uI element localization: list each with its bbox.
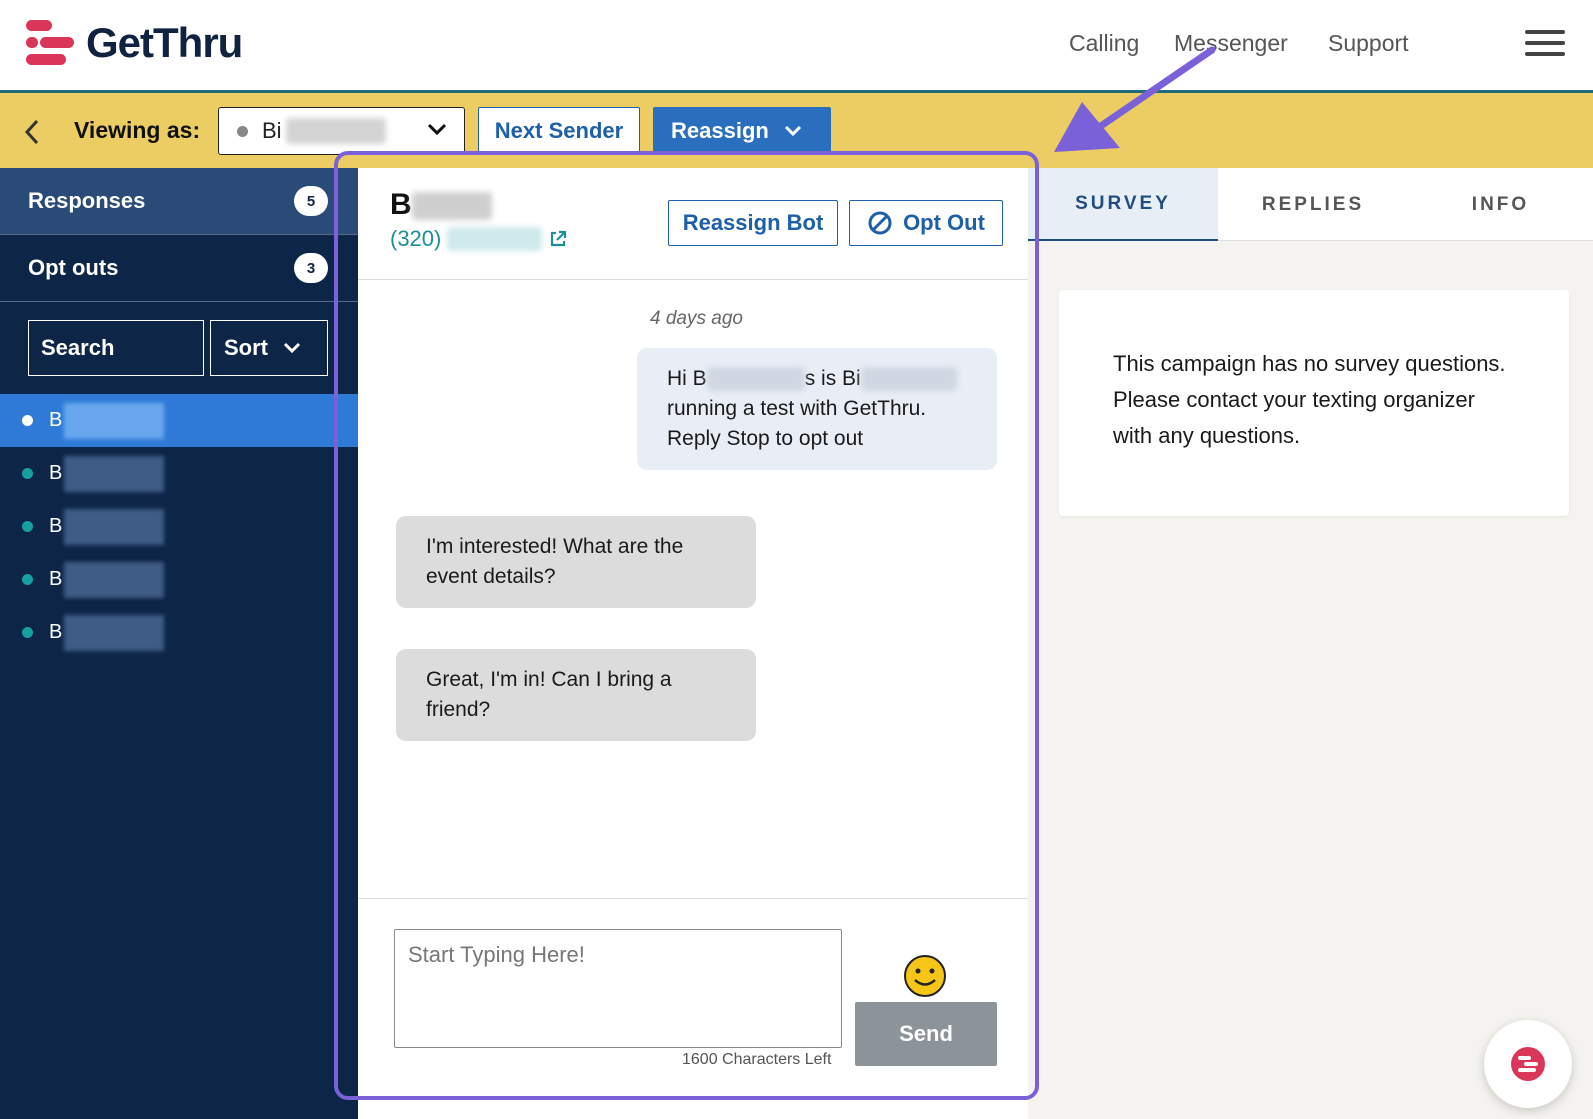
status-dot	[237, 125, 248, 137]
nav-messenger[interactable]: Messenger	[1174, 30, 1288, 57]
redacted-name	[64, 614, 165, 651]
getthru-logo-icon	[26, 20, 74, 65]
status-dot	[22, 468, 33, 479]
reassign-label: Reassign	[671, 118, 769, 143]
sidebar-item-label: Responses	[28, 188, 146, 213]
external-link-icon	[551, 230, 567, 247]
contact-phone-link[interactable]: (320)	[390, 226, 568, 252]
sort-dropdown-button[interactable]: Sort	[210, 320, 328, 376]
opt-out-button[interactable]: Opt Out	[849, 200, 1003, 246]
count-badge: 5	[294, 186, 328, 216]
status-dot	[22, 415, 33, 426]
nav-support[interactable]: Support	[1328, 30, 1409, 57]
contact-name-initial: B	[390, 188, 412, 221]
redacted-name	[64, 508, 165, 545]
nav-calling[interactable]: Calling	[1069, 30, 1139, 57]
viewing-as-label: Viewing as:	[74, 117, 201, 143]
status-dot	[22, 574, 33, 585]
send-button[interactable]: Send	[855, 1002, 997, 1066]
status-dot	[22, 627, 33, 638]
opt-out-label: Opt Out	[903, 210, 985, 235]
contact-initial: B	[49, 409, 63, 431]
message-line: running a test with GetThru.	[667, 397, 927, 420]
tab-info[interactable]: INFO	[1408, 168, 1593, 241]
sidebar-item-label: Opt outs	[28, 255, 119, 280]
hamburger-menu-icon[interactable]	[1525, 30, 1565, 60]
app-header: GetThru Calling Messenger Support	[0, 0, 1593, 93]
message-input[interactable]: Start Typing Here!	[394, 929, 842, 1048]
logo[interactable]: GetThru	[24, 18, 243, 68]
incoming-message: I'm interested! What are the event detai…	[396, 516, 756, 608]
detail-tabs: SURVEY REPLIES INFO	[1028, 168, 1593, 241]
survey-empty-message: This campaign has no survey questions. P…	[1113, 351, 1506, 448]
sender-select[interactable]: Bi	[218, 107, 465, 155]
chevron-down-icon	[427, 123, 447, 136]
back-chevron-icon[interactable]	[22, 117, 42, 147]
help-chat-button[interactable]	[1484, 1020, 1572, 1108]
redacted-name	[64, 561, 165, 598]
divider	[358, 898, 1028, 899]
sort-label: Sort	[224, 335, 268, 360]
redacted-name	[285, 118, 386, 144]
redacted-text	[860, 367, 957, 392]
message-timestamp: 4 days ago	[650, 308, 743, 329]
redacted-name	[411, 192, 492, 221]
area-code: (320)	[390, 226, 442, 251]
search-button[interactable]: Search	[28, 320, 204, 376]
emoji-picker-icon[interactable]	[903, 954, 947, 998]
contact-name: B	[390, 188, 492, 222]
redacted-text	[706, 367, 805, 392]
message-line: Hi B s is Bi	[667, 364, 967, 394]
chevron-down-icon	[283, 342, 301, 354]
viewing-as-bar: Viewing as: Bi Next Sender Reassign	[0, 93, 1593, 168]
sidebar-item-opt-outs[interactable]: Opt outs 3	[0, 235, 358, 302]
tab-survey[interactable]: SURVEY	[1028, 168, 1218, 241]
characters-left-counter: 1600 Characters Left	[682, 1051, 832, 1068]
conversation-header: B (320) Reassign Bot Opt Out	[358, 168, 1028, 280]
redacted-name	[64, 402, 165, 439]
contact-initial: B	[49, 515, 63, 537]
contact-list-item[interactable]: B	[0, 394, 358, 447]
message-text: s is Bi	[804, 367, 861, 390]
contact-list-item[interactable]: B	[0, 553, 358, 606]
sidebar-item-responses[interactable]: Responses 5	[0, 168, 358, 235]
conversation-panel: B (320) Reassign Bot Opt Out 4 days ago …	[358, 168, 1028, 1119]
prohibited-icon	[868, 211, 892, 235]
message-text: Hi B	[667, 367, 707, 390]
next-sender-button[interactable]: Next Sender	[478, 107, 640, 155]
survey-card: This campaign has no survey questions. P…	[1059, 290, 1569, 516]
contact-initial: B	[49, 621, 63, 643]
incoming-message: Great, I'm in! Can I bring a friend?	[396, 649, 756, 741]
message-line: Reply Stop to opt out	[667, 427, 864, 450]
outgoing-message: Hi B s is Bi running a test with GetThru.…	[637, 348, 997, 470]
logo-text: GetThru	[86, 19, 243, 66]
contact-initial: B	[49, 568, 63, 590]
getthru-logo-icon	[1511, 1047, 1545, 1081]
tab-replies[interactable]: REPLIES	[1218, 168, 1408, 241]
contact-list-item[interactable]: B	[0, 606, 358, 659]
status-dot	[22, 521, 33, 532]
sender-name: Bi	[262, 118, 282, 143]
redacted-name	[64, 455, 165, 492]
reassign-dropdown-button[interactable]: Reassign	[653, 107, 831, 155]
count-badge: 3	[294, 253, 328, 283]
reassign-bot-button[interactable]: Reassign Bot	[668, 200, 838, 246]
contact-list-item[interactable]: B	[0, 447, 358, 500]
conversations-sidebar: Responses 5 Opt outs 3 Search Sort B B B…	[0, 168, 358, 1119]
contact-list-item[interactable]: B	[0, 500, 358, 553]
chevron-down-icon	[784, 125, 801, 137]
redacted-phone	[447, 227, 543, 251]
contact-initial: B	[49, 462, 63, 484]
